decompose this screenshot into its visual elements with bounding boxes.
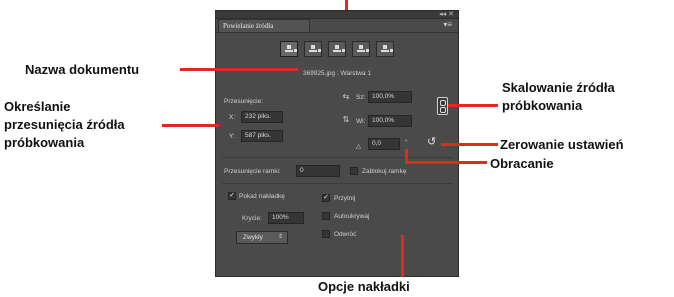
clip-label: Przytnij <box>334 195 356 202</box>
offset-x-input[interactable]: 232 piks. <box>241 111 283 123</box>
callout-offset-2: przesunięcia źródła <box>4 117 125 132</box>
callout-offset-3: próbkowania <box>4 135 85 150</box>
rotation-input[interactable]: 0,0 <box>368 138 400 150</box>
show-overlay-label: Pokaż nakładkę <box>239 193 285 200</box>
document-name: 369925.jpg : Warstwa 1 <box>302 70 372 77</box>
clip-checkbox[interactable]: ✓ <box>322 194 330 202</box>
link-scale-icon[interactable] <box>437 97 448 115</box>
panel-menu-icon[interactable]: ▾≡ <box>443 20 452 30</box>
clone-source-button-3[interactable] <box>328 41 346 57</box>
invert-label: Odwróć <box>334 231 357 238</box>
callout-line-offset <box>162 124 219 127</box>
opacity-input[interactable]: 100% <box>268 212 304 224</box>
flip-vertical-icon[interactable]: ⇅ <box>340 115 352 125</box>
clone-source-panel: ◂◂ ✕ Powielanie źródła ▾≡ 369925.jpg : W… <box>215 10 459 277</box>
callout-offset-1: Określanie <box>4 99 71 114</box>
opacity-label: Krycie: <box>242 215 262 222</box>
offset-x-label: X: <box>229 114 236 121</box>
callout-line-rotate <box>405 161 487 164</box>
scale-height-input[interactable]: 100,0% <box>368 115 412 127</box>
callout-line-overlay <box>401 235 404 277</box>
blend-mode-select[interactable]: Zwykły ⇕ <box>236 231 288 244</box>
autohide-label: Autoukrywaj <box>334 213 370 220</box>
stamp-icon <box>381 45 393 53</box>
callout-reset: Zerowanie ustawień <box>500 137 624 152</box>
callout-line-scale <box>448 104 498 107</box>
blend-mode-value: Zwykły <box>243 234 263 241</box>
rotation-angle-icon: △ <box>356 143 361 150</box>
callout-line-top <box>345 0 348 10</box>
chevron-updown-icon: ⇕ <box>277 234 283 240</box>
panel-titlebar: ◂◂ ✕ <box>216 11 458 19</box>
stamp-icon <box>333 45 345 53</box>
window-controls[interactable]: ◂◂ ✕ <box>439 10 454 19</box>
lock-frame-checkbox[interactable] <box>350 167 358 175</box>
rotation-unit: ° <box>405 139 408 146</box>
clone-source-buttons <box>216 41 458 59</box>
callout-line-reset <box>441 143 498 146</box>
invert-checkbox[interactable] <box>322 230 330 238</box>
flip-horizontal-icon[interactable]: ⇆ <box>340 92 352 102</box>
frame-offset-label: Przesunięcie ramki: <box>224 168 281 175</box>
offset-y-input[interactable]: 587 piks. <box>241 130 283 142</box>
callout-document-name: Nazwa dokumentu <box>25 62 140 77</box>
divider <box>222 157 452 158</box>
clone-source-button-2[interactable] <box>304 41 322 57</box>
offset-label: Przesunięcie: <box>224 98 264 105</box>
callout-scale-1: Skalowanie źródła <box>502 80 615 95</box>
clone-source-button-1[interactable] <box>280 41 298 57</box>
offset-y-label: Y: <box>229 133 235 140</box>
lock-frame-label: Zablokuj ramkę <box>362 168 407 175</box>
callout-rotate: Obracanie <box>490 156 554 171</box>
clone-source-button-4[interactable] <box>352 41 370 57</box>
clone-source-button-5[interactable] <box>376 41 394 57</box>
scale-width-input[interactable]: 100,0% <box>368 91 412 103</box>
autohide-checkbox[interactable] <box>322 212 330 220</box>
callout-line-document-name <box>180 68 298 71</box>
show-overlay-checkbox[interactable]: ✓ <box>228 192 236 200</box>
scale-width-label: Sz: <box>356 94 366 101</box>
frame-offset-input[interactable]: 0 <box>296 165 340 177</box>
callout-scale-2: próbkowania <box>502 98 583 113</box>
stamp-icon <box>285 45 297 53</box>
scale-height-label: Wi: <box>356 118 366 125</box>
stamp-icon <box>357 45 369 53</box>
tab-strip-line <box>216 32 458 33</box>
divider <box>222 183 452 184</box>
panel-tab[interactable]: Powielanie źródła <box>218 19 310 33</box>
callout-overlay-options: Opcje nakładki <box>318 279 410 294</box>
stamp-icon <box>309 45 321 53</box>
reset-transform-icon[interactable]: ↺ <box>427 137 436 148</box>
